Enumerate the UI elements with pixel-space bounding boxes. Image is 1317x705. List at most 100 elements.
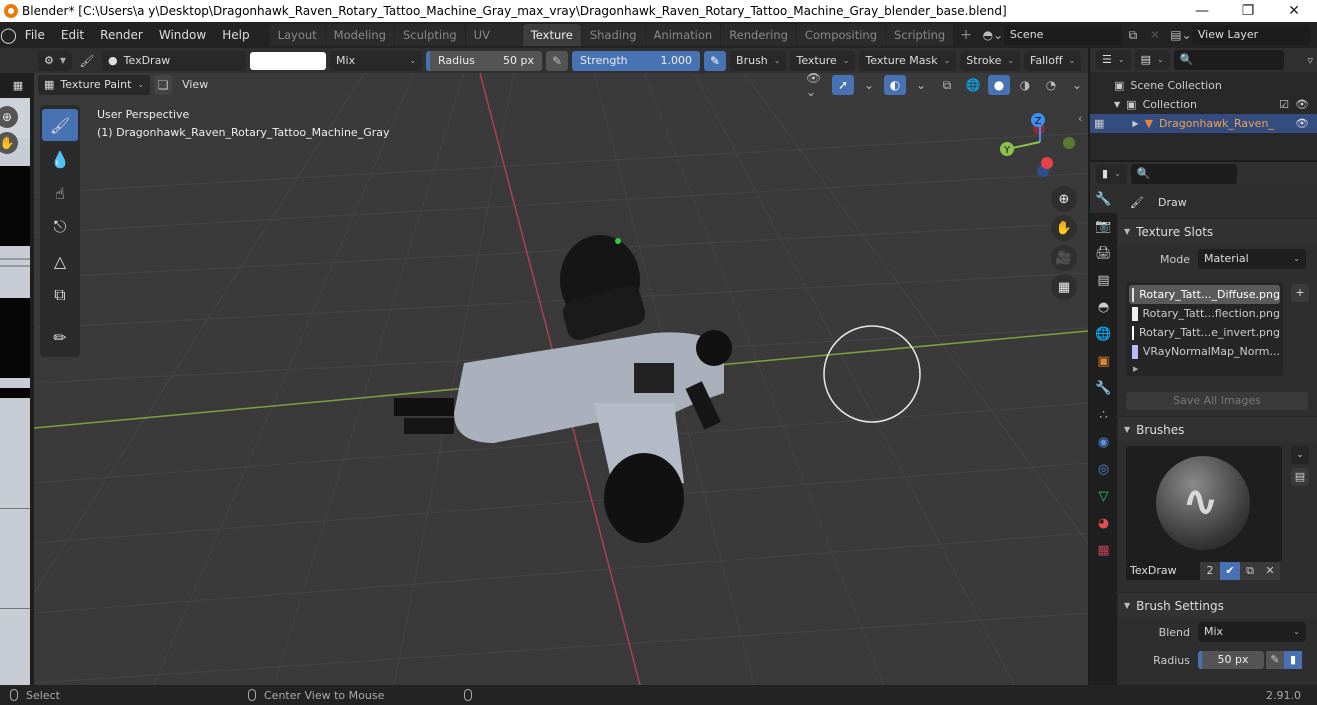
brush-image-icon[interactable]: ▤ — [1291, 468, 1309, 486]
tab-physics-icon[interactable]: ◉ — [1090, 429, 1117, 456]
tab-texture-paint[interactable]: Texture Paint — [522, 24, 581, 64]
radius-unit-icon[interactable]: ▮ — [1284, 651, 1302, 669]
tab-output-icon[interactable]: 🖨 — [1090, 240, 1117, 267]
exclude-checkbox[interactable]: ☑ — [1279, 98, 1289, 111]
tab-animation[interactable]: Animation — [645, 24, 721, 46]
overlay-toggle-icon[interactable]: ◐ — [884, 75, 906, 95]
tab-tool-icon[interactable]: 🔧 — [1090, 186, 1117, 213]
visibility-eye-icon[interactable]: 👁 — [1295, 117, 1309, 130]
camera-view-icon[interactable]: 🎥 — [1051, 245, 1077, 271]
sidebar-toggle-icon[interactable]: ‹ — [1078, 112, 1082, 125]
mode-dropdown[interactable]: Material ⌄ — [1198, 249, 1306, 269]
strength-slider[interactable]: Strength 1.000 — [572, 50, 701, 71]
expand-arrow-icon[interactable]: ▶ — [1132, 119, 1138, 128]
properties-editor-type[interactable]: ▮ ⌄ — [1096, 164, 1127, 184]
tab-particles-icon[interactable]: ∴ — [1090, 402, 1117, 429]
texture-mask-menu[interactable]: Texture Mask ⌄ — [859, 50, 957, 71]
menu-window[interactable]: Window — [151, 28, 214, 42]
menu-file[interactable]: File — [17, 28, 53, 42]
tab-rendering[interactable]: Rendering — [721, 24, 796, 46]
outliner-collection[interactable]: ▼ ▣ Collection ☑ 👁 — [1090, 95, 1317, 114]
menu-help[interactable]: Help — [214, 28, 257, 42]
view-menu[interactable]: View — [176, 75, 214, 95]
tab-constraints-icon[interactable]: ◎ — [1090, 456, 1117, 483]
pan-view-icon[interactable]: ✋ — [1051, 215, 1077, 241]
xray-toggle-icon[interactable]: ⧉ — [936, 75, 958, 95]
duplicate-brush-icon[interactable]: ⧉ — [1240, 562, 1260, 580]
tab-uv-editing[interactable]: UV Editing — [465, 24, 522, 64]
falloff-menu[interactable]: Falloff ⌄ — [1024, 50, 1082, 71]
ortho-toggle-icon[interactable]: ▦ — [1051, 274, 1077, 300]
blender-menu-icon[interactable]: ◯ — [0, 26, 17, 44]
tab-material-icon[interactable]: ◕ — [1090, 510, 1117, 537]
expand-arrow-icon[interactable]: ▼ — [1114, 100, 1120, 109]
tool-annotate[interactable]: ✏ — [42, 321, 78, 353]
overlay-dropdown-icon[interactable]: ⌄ — [910, 75, 932, 95]
new-view-layer-icon[interactable]: ⧉ — [1310, 25, 1317, 45]
add-slot-button[interactable]: + — [1291, 284, 1309, 302]
tool-smear[interactable]: ☝ — [42, 177, 78, 209]
brush-name-field[interactable]: TexDraw — [1126, 562, 1200, 580]
minimize-button[interactable]: — — [1179, 3, 1225, 19]
tab-modifier-icon[interactable]: 🔧 — [1090, 375, 1117, 402]
shading-rendered-icon[interactable]: ◔ — [1040, 75, 1062, 95]
view-layer-field[interactable]: View Layer — [1191, 25, 1310, 45]
brush-dropdown-button[interactable]: ⌄ — [1291, 446, 1309, 464]
visibility-eye-icon[interactable]: 👁 — [1295, 98, 1309, 111]
brush-preview[interactable]: ∿ — [1126, 446, 1282, 562]
tool-draw[interactable]: 🖌 — [42, 109, 78, 141]
shading-material-icon[interactable]: ◑ — [1014, 75, 1036, 95]
texture-menu[interactable]: Texture ⌄ — [790, 50, 856, 71]
brush-tool-dropdown[interactable]: ⚙ ▼ — [38, 50, 73, 71]
scene-field[interactable]: Scene — [1003, 25, 1122, 45]
tool-soften[interactable]: 💧 — [42, 143, 78, 175]
texture-paint-mode-icon[interactable]: ▦ — [8, 76, 28, 96]
brush-settings-panel-header[interactable]: ▼ Brush Settings — [1118, 592, 1317, 618]
texture-slots-list[interactable]: Rotary_Tatt..._Diffuse.png Rotary_Tatt..… — [1126, 282, 1283, 376]
tab-scripting[interactable]: Scripting — [886, 24, 954, 46]
save-all-images-button[interactable]: Save All Images — [1126, 392, 1308, 410]
view-layer-icon[interactable]: ▤⌄ — [1170, 25, 1192, 45]
gizmo-dropdown-icon[interactable]: ⌄ — [858, 75, 880, 95]
mask-toggle-icon[interactable]: ❏ — [154, 75, 173, 95]
texture-slot-item[interactable]: Rotary_Tatt...flection.png — [1129, 304, 1280, 323]
tab-layout[interactable]: Layout — [269, 24, 325, 46]
fake-user-shield-icon[interactable]: ✔ — [1220, 562, 1240, 580]
brush-menu[interactable]: Brush ⌄ — [730, 50, 787, 71]
add-workspace-button[interactable]: + — [954, 27, 978, 43]
radius-slider[interactable]: Radius 50 px — [426, 50, 543, 71]
texture-slot-item[interactable]: Rotary_Tatt...e_invert.png — [1129, 323, 1280, 342]
tool-fill[interactable]: △ — [42, 245, 78, 277]
close-button[interactable]: ✕ — [1271, 3, 1317, 19]
unlink-brush-icon[interactable]: ✕ — [1260, 562, 1280, 580]
strength-pressure-icon[interactable]: ✎ — [704, 50, 727, 71]
navigation-gizmo[interactable]: Z Y — [995, 108, 1085, 188]
tab-sculpting[interactable]: Sculpting — [394, 24, 465, 46]
blend-dropdown[interactable]: Mix ⌄ — [1198, 622, 1306, 642]
tab-world-icon[interactable]: 🌐 — [1090, 321, 1117, 348]
tab-texture-icon[interactable]: ▦ — [1090, 537, 1117, 564]
stroke-menu[interactable]: Stroke ⌄ — [960, 50, 1021, 71]
outliner-editor-type[interactable]: ☰ ⌄ — [1096, 50, 1131, 70]
outliner-object-row[interactable]: ▦ ▶ ▼ Dragonhawk_Raven_ 👁 — [1090, 114, 1317, 133]
tool-mask[interactable]: ⧉ — [42, 279, 78, 311]
properties-search-input[interactable]: 🔍 — [1130, 164, 1237, 184]
outliner-scene-collection[interactable]: ▣ Scene Collection — [1090, 76, 1317, 95]
tab-render-icon[interactable]: 📷 — [1090, 213, 1117, 240]
outliner-search-input[interactable]: 🔍 — [1173, 50, 1284, 70]
filter-icon[interactable]: ▿ — [1307, 54, 1313, 67]
brushes-panel-header[interactable]: ▼ Brushes — [1118, 416, 1317, 442]
shading-wireframe-icon[interactable]: 🌐 — [962, 75, 984, 95]
radius-pressure-icon[interactable]: ✎ — [546, 50, 569, 71]
pan-hand-icon[interactable]: ✋ — [0, 132, 18, 154]
delete-scene-icon[interactable]: ✕ — [1144, 25, 1166, 45]
tool-clone[interactable]: ⎋ — [42, 211, 78, 243]
scene-icon[interactable]: ◓⌄ — [982, 25, 1004, 45]
3d-viewport[interactable] — [34, 73, 1088, 685]
color-swatch[interactable] — [250, 51, 327, 70]
shading-dropdown-icon[interactable]: ⌄ — [1066, 75, 1088, 95]
gizmo-toggle-icon[interactable]: ➚ — [832, 75, 854, 95]
tab-view-layer-icon[interactable]: ▤ — [1090, 267, 1117, 294]
uv-image-view[interactable]: ⊕ ✋ — [0, 98, 30, 685]
tab-compositing[interactable]: Compositing — [796, 24, 886, 46]
